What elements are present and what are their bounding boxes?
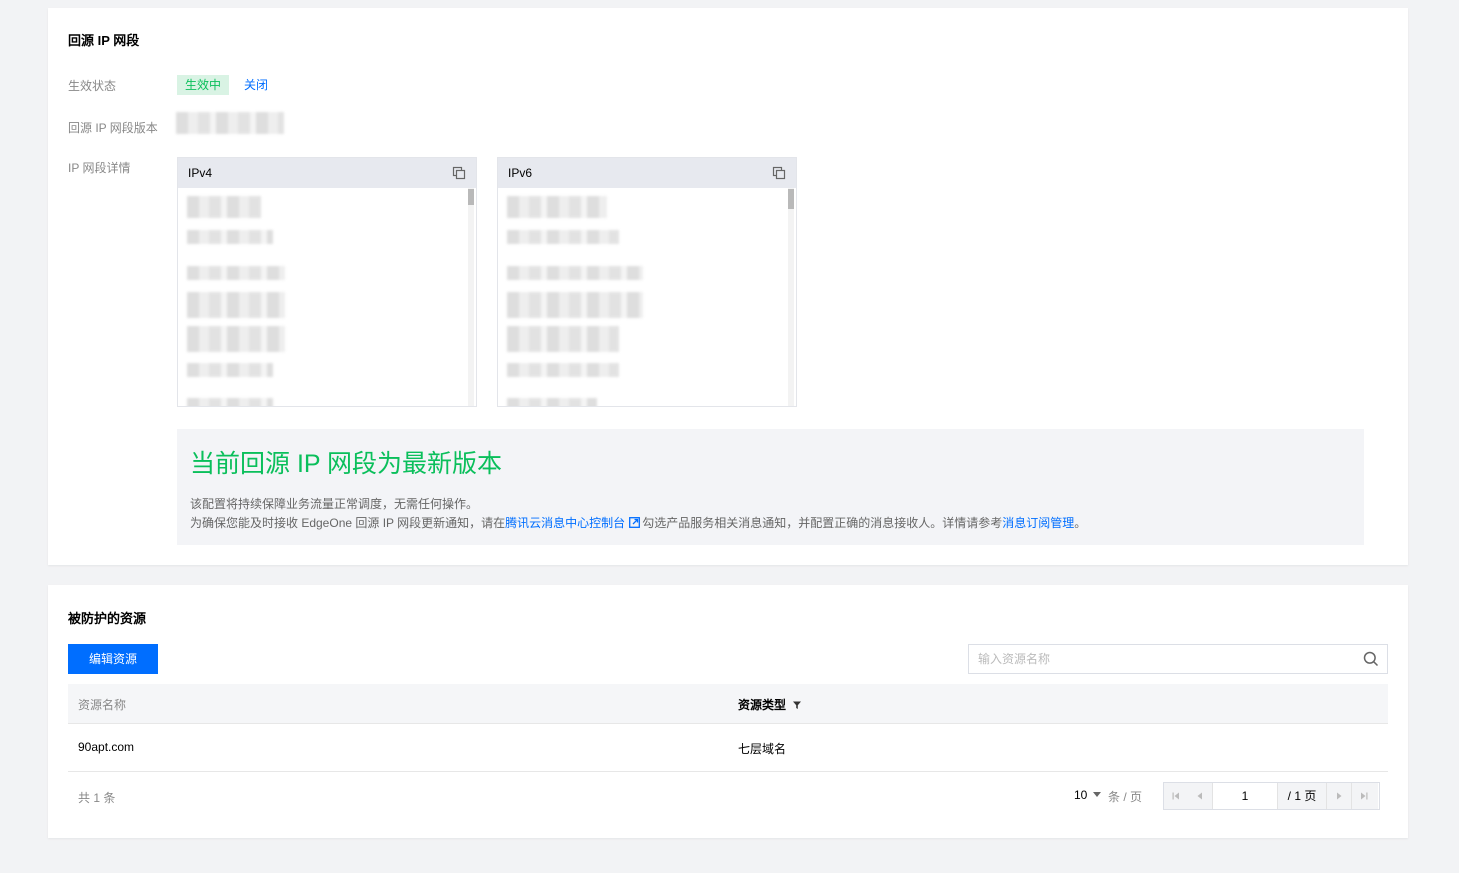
next-page-icon <box>1337 792 1342 800</box>
ip-detail-label: IP 网段详情 <box>68 161 131 175</box>
page-size-select[interactable]: 10 <box>1074 788 1102 802</box>
page-size-value: 10 <box>1074 788 1088 802</box>
column-resource-name: 资源名称 <box>78 698 127 712</box>
last-page-icon <box>1361 792 1368 800</box>
column-resource-type: 资源类型 <box>738 696 802 713</box>
ipv6-entry <box>507 266 643 280</box>
version-notice: 当前回源 IP 网段为最新版本 该配置将持续保障业务流量正常调度，无需任何操作。… <box>177 429 1364 545</box>
notice-text: 为确保您能及时接收 EdgeOne 回源 IP 网段更新通知，请在 <box>190 516 506 530</box>
version-label: 回源 IP 网段版本 <box>68 121 158 135</box>
ipv6-entry <box>507 363 619 377</box>
notice-text: 。 <box>1074 516 1087 530</box>
search-icon[interactable] <box>1363 651 1379 667</box>
copy-icon[interactable] <box>452 166 466 180</box>
resource-search <box>968 644 1388 674</box>
total-count: 共 1 条 <box>78 791 116 805</box>
notice-line-1: 该配置将持续保障业务流量正常调度，无需任何操作。 <box>190 497 479 511</box>
status-label: 生效状态 <box>68 79 117 93</box>
next-page-button[interactable] <box>1327 783 1352 809</box>
pagination: 1 / 1 页 <box>1163 782 1380 810</box>
protected-resources-card: 被防护的资源 编辑资源 资源名称 资源类型 90apt.com 七层域名 共 1… <box>48 585 1408 838</box>
column-resource-type-label: 资源类型 <box>738 698 787 712</box>
status-badge: 生效中 <box>177 75 230 95</box>
page-number-input[interactable]: 1 <box>1213 783 1278 809</box>
ipv6-title: IPv6 <box>508 166 533 180</box>
ipv4-entry <box>187 266 285 280</box>
origin-ip-card: 回源 IP 网段 生效状态 生效中 关闭 回源 IP 网段版本 IP 网段详情 … <box>48 8 1408 565</box>
ipv6-header: IPv6 <box>498 158 796 188</box>
ipv4-scroll-thumb[interactable] <box>468 189 474 205</box>
ipv4-entry <box>187 230 273 244</box>
ipv4-entry <box>187 326 285 352</box>
first-page-icon <box>1172 792 1179 800</box>
ipv4-title: IPv4 <box>188 166 213 180</box>
resource-name-cell: 90apt.com <box>78 740 135 754</box>
notice-title: 当前回源 IP 网段为最新版本 <box>190 450 503 478</box>
ipv4-entry <box>187 292 285 318</box>
table-header: 资源名称 资源类型 <box>68 684 1388 724</box>
ipv6-entry <box>507 326 619 352</box>
message-center-link[interactable]: 腾讯云消息中心控制台 <box>505 516 625 530</box>
notice-line-2: 为确保您能及时接收 EdgeOne 回源 IP 网段更新通知，请在腾讯云消息中心… <box>190 514 1086 531</box>
external-link-icon[interactable] <box>629 517 641 528</box>
ipv4-entry <box>187 196 261 218</box>
subscription-link[interactable]: 消息订阅管理 <box>1002 516 1074 530</box>
ipv6-entry <box>507 398 597 406</box>
search-input[interactable] <box>978 645 1348 673</box>
close-link[interactable]: 关闭 <box>244 75 268 95</box>
notice-text: 勾选产品服务相关消息通知，并配置正确的消息接收人。详情请参考 <box>642 516 1003 530</box>
ipv6-entry <box>507 230 619 244</box>
ipv6-scrollbar[interactable] <box>788 188 794 406</box>
edit-resources-button[interactable]: 编辑资源 <box>68 644 158 674</box>
ipv6-entry <box>507 196 607 218</box>
ipv6-list[interactable]: IPv6 <box>497 157 797 407</box>
first-page-button[interactable] <box>1164 783 1189 809</box>
total-pages: / 1 页 <box>1278 783 1327 809</box>
per-page-label: 条 / 页 <box>1108 790 1143 804</box>
ipv6-entry <box>507 292 643 318</box>
ipv4-entry <box>187 363 273 377</box>
copy-icon[interactable] <box>772 166 786 180</box>
prev-page-button[interactable] <box>1188 783 1213 809</box>
protected-resources-title: 被防护的资源 <box>68 611 147 626</box>
table-row: 90apt.com 七层域名 <box>68 724 1388 772</box>
resource-type-cell: 七层域名 <box>738 742 787 756</box>
ipv4-scrollbar[interactable] <box>468 188 474 406</box>
last-page-button[interactable] <box>1352 783 1378 809</box>
ipv4-entry <box>187 398 273 406</box>
filter-icon[interactable] <box>792 700 802 710</box>
chevron-down-icon <box>1093 792 1102 797</box>
version-value-redacted <box>176 112 284 134</box>
ipv4-list[interactable]: IPv4 <box>177 157 477 407</box>
origin-ip-title: 回源 IP 网段 <box>68 33 140 48</box>
ipv4-header: IPv4 <box>178 158 476 188</box>
ipv6-scroll-thumb[interactable] <box>788 189 794 209</box>
prev-page-icon <box>1197 792 1202 800</box>
